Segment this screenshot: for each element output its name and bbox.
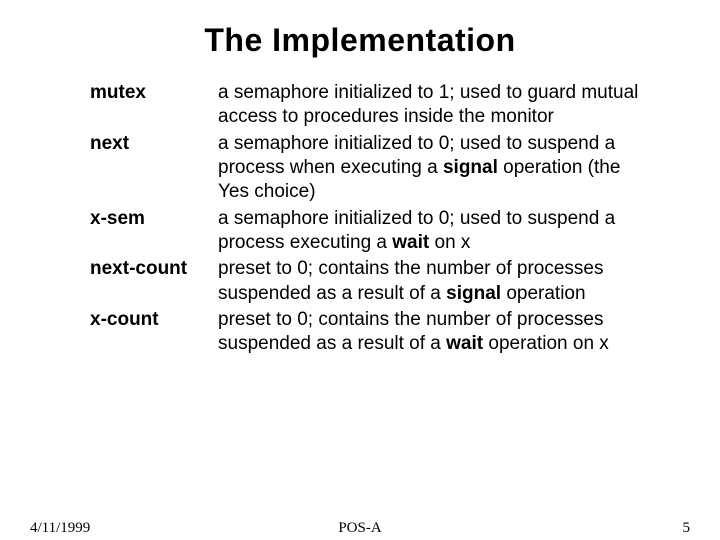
slide: The Implementation mutex a semaphore ini… xyxy=(0,0,720,540)
desc-post: operation on x xyxy=(483,333,609,354)
desc-post: operation xyxy=(501,283,586,304)
table-row: next-count preset to 0; contains the num… xyxy=(90,257,650,308)
term-cell: next xyxy=(90,132,218,207)
desc-text: a semaphore initialized to 1; used to gu… xyxy=(218,82,638,127)
desc-cell: a semaphore initialized to 1; used to gu… xyxy=(218,81,650,132)
table-row: mutex a semaphore initialized to 1; used… xyxy=(90,81,650,132)
footer-page: 5 xyxy=(683,520,691,537)
desc-cell: preset to 0; contains the number of proc… xyxy=(218,308,650,359)
slide-title: The Implementation xyxy=(0,0,720,71)
table-row: x-sem a semaphore initialized to 0; used… xyxy=(90,207,650,258)
desc-bold: signal xyxy=(446,283,501,304)
term-cell: x-sem xyxy=(90,207,218,258)
desc-bold: wait xyxy=(392,232,429,253)
slide-body: mutex a semaphore initialized to 1; used… xyxy=(0,71,720,358)
desc-bold: signal xyxy=(443,157,498,178)
table-row: x-count preset to 0; contains the number… xyxy=(90,308,650,359)
desc-cell: a semaphore initialized to 0; used to su… xyxy=(218,207,650,258)
desc-post: on x xyxy=(429,232,470,253)
desc-cell: preset to 0; contains the number of proc… xyxy=(218,257,650,308)
term-cell: mutex xyxy=(90,81,218,132)
table-row: next a semaphore initialized to 0; used … xyxy=(90,132,650,207)
desc-bold: wait xyxy=(446,333,483,354)
term-cell: next-count xyxy=(90,257,218,308)
desc-cell: a semaphore initialized to 0; used to su… xyxy=(218,132,650,207)
definitions-table: mutex a semaphore initialized to 1; used… xyxy=(90,81,650,358)
term-cell: x-count xyxy=(90,308,218,359)
footer-center: POS-A xyxy=(0,520,720,537)
